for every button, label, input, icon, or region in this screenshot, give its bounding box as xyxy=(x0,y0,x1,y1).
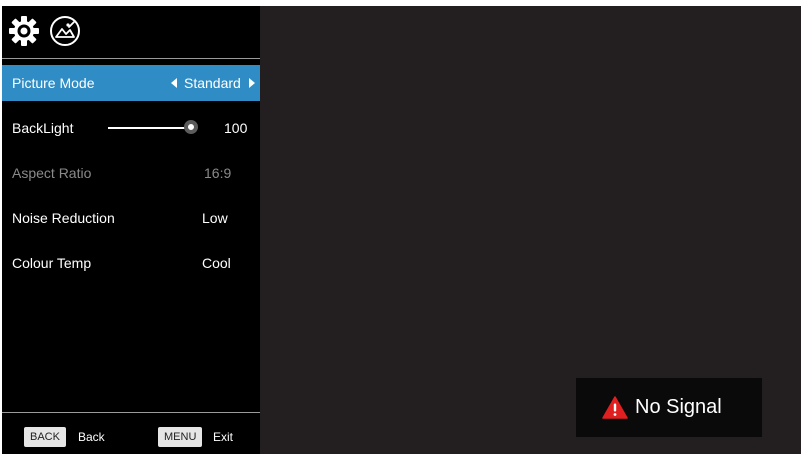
colour-temp-value: Cool xyxy=(202,255,231,271)
menu-item-aspect-ratio: Aspect Ratio 16:9 xyxy=(2,155,260,191)
chevron-right-icon[interactable] xyxy=(249,78,255,88)
menu-footer: BACK Back MENU Exit xyxy=(2,412,260,455)
back-key-button[interactable]: BACK xyxy=(24,427,66,447)
menu-item-backlight[interactable]: BackLight 100 xyxy=(2,110,260,146)
menu-item-picture-mode[interactable]: Picture Mode Standard xyxy=(2,65,260,101)
gear-icon[interactable] xyxy=(8,15,40,47)
aspect-ratio-label: Aspect Ratio xyxy=(12,165,92,181)
menu-key-button[interactable]: MENU xyxy=(158,427,203,447)
picture-mode-label: Picture Mode xyxy=(12,75,95,91)
menu-tab-bar xyxy=(2,6,260,59)
picture-settings-menu: Picture Mode Standard BackLight 100 Aspe… xyxy=(2,6,260,454)
no-signal-banner: No Signal xyxy=(576,378,762,437)
backlight-label: BackLight xyxy=(12,120,74,136)
chevron-left-icon[interactable] xyxy=(171,78,177,88)
noise-reduction-value: Low xyxy=(202,210,228,226)
back-key-label: Back xyxy=(78,430,105,444)
warning-icon xyxy=(602,396,628,419)
menu-key-label: Exit xyxy=(213,430,234,444)
colour-temp-label: Colour Temp xyxy=(12,255,92,271)
backlight-slider-track[interactable] xyxy=(108,127,190,129)
menu-item-colour-temp[interactable]: Colour Temp Cool xyxy=(2,245,260,281)
no-signal-text: No Signal xyxy=(635,396,722,418)
picture-mode-value: Standard xyxy=(184,75,241,91)
menu-item-noise-reduction[interactable]: Noise Reduction Low xyxy=(2,200,260,236)
backlight-value: 100 xyxy=(224,120,248,136)
noise-reduction-label: Noise Reduction xyxy=(12,210,115,226)
picture-icon[interactable] xyxy=(49,15,81,47)
aspect-ratio-value: 16:9 xyxy=(204,165,232,181)
backlight-slider-knob[interactable] xyxy=(184,120,198,134)
